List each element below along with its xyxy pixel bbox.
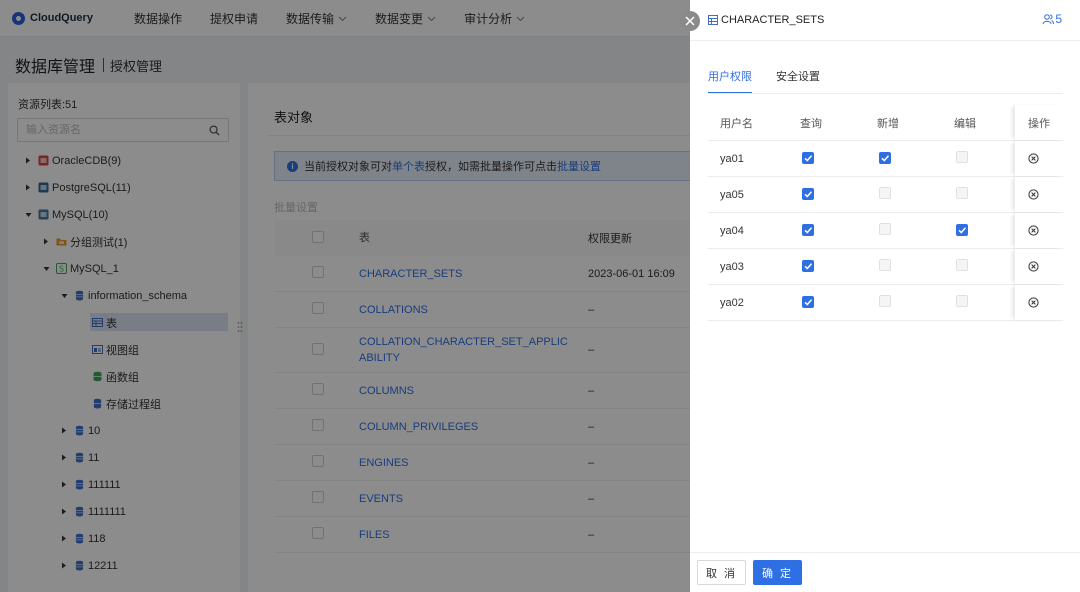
drawer-title-text: CHARACTER_SETS bbox=[721, 14, 825, 26]
remove-user-icon[interactable] bbox=[1028, 153, 1039, 164]
remove-user-icon[interactable] bbox=[1028, 297, 1039, 308]
query-checkbox[interactable] bbox=[802, 151, 814, 164]
cancel-button[interactable]: 取 消 bbox=[697, 560, 746, 585]
checkmark-icon bbox=[804, 154, 813, 162]
permission-row: ya01 bbox=[708, 141, 1063, 177]
column-header-operation: 操作 bbox=[1014, 105, 1063, 140]
checkmark-icon bbox=[804, 190, 813, 198]
column-header-user: 用户名 bbox=[720, 117, 753, 130]
permission-row: ya04 bbox=[708, 213, 1063, 249]
add-checkbox[interactable] bbox=[879, 259, 891, 271]
tabs-divider bbox=[708, 93, 1063, 94]
column-header-query: 查询 bbox=[800, 117, 822, 130]
permission-row: ya05 bbox=[708, 177, 1063, 213]
drawer-header: CHARACTER_SETS 5 bbox=[690, 0, 1080, 41]
query-checkbox[interactable] bbox=[802, 295, 814, 308]
user-count-value: 5 bbox=[1055, 12, 1062, 26]
user-permission-table: 用户名 查询 新增 编辑 操作 ya01 ya05 ya04 ya03 ya02 bbox=[708, 105, 1063, 321]
close-icon bbox=[685, 16, 695, 26]
checkmark-icon bbox=[804, 226, 813, 234]
query-checkbox[interactable] bbox=[802, 223, 814, 236]
confirm-button[interactable]: 确 定 bbox=[753, 560, 802, 585]
username: ya03 bbox=[720, 260, 744, 273]
edit-checkbox[interactable] bbox=[956, 295, 968, 307]
permission-table-header: 用户名 查询 新增 编辑 操作 bbox=[708, 105, 1063, 141]
drawer-tabs: 用户权限 安全设置 bbox=[708, 68, 844, 94]
query-checkbox[interactable] bbox=[802, 259, 814, 272]
username: ya01 bbox=[720, 152, 744, 165]
checkmark-icon bbox=[804, 262, 813, 270]
checkmark-icon bbox=[804, 298, 813, 306]
add-checkbox[interactable] bbox=[879, 295, 891, 307]
permission-drawer: CHARACTER_SETS 5 用户权限 安全设置 用户名 查询 新增 编辑 操… bbox=[690, 0, 1080, 592]
checkmark-icon bbox=[958, 226, 967, 234]
add-checkbox[interactable] bbox=[879, 187, 891, 199]
column-header-add: 新增 bbox=[877, 117, 899, 130]
username: ya04 bbox=[720, 224, 744, 237]
user-count-button[interactable]: 5 bbox=[1042, 12, 1062, 26]
remove-user-icon[interactable] bbox=[1028, 189, 1039, 200]
column-header-edit: 编辑 bbox=[954, 117, 976, 130]
permission-row: ya02 bbox=[708, 285, 1063, 321]
drawer-title: CHARACTER_SETS bbox=[708, 14, 824, 26]
add-checkbox[interactable] bbox=[879, 151, 891, 164]
edit-checkbox[interactable] bbox=[956, 151, 968, 163]
username: ya02 bbox=[720, 296, 744, 309]
drawer-footer: 取 消 确 定 bbox=[690, 552, 1080, 592]
checkmark-icon bbox=[881, 154, 890, 162]
remove-user-icon[interactable] bbox=[1028, 225, 1039, 236]
permission-row: ya03 bbox=[708, 249, 1063, 285]
edit-checkbox[interactable] bbox=[956, 223, 968, 236]
remove-user-icon[interactable] bbox=[1028, 261, 1039, 272]
tab-user-permissions[interactable]: 用户权限 bbox=[708, 68, 752, 94]
edit-checkbox[interactable] bbox=[956, 259, 968, 271]
username: ya05 bbox=[720, 188, 744, 201]
drawer-close-button[interactable] bbox=[680, 11, 700, 31]
edit-checkbox[interactable] bbox=[956, 187, 968, 199]
users-icon bbox=[1042, 14, 1055, 25]
add-checkbox[interactable] bbox=[879, 223, 891, 235]
tab-security-settings[interactable]: 安全设置 bbox=[776, 68, 820, 94]
query-checkbox[interactable] bbox=[802, 187, 814, 200]
table-icon bbox=[708, 15, 718, 25]
